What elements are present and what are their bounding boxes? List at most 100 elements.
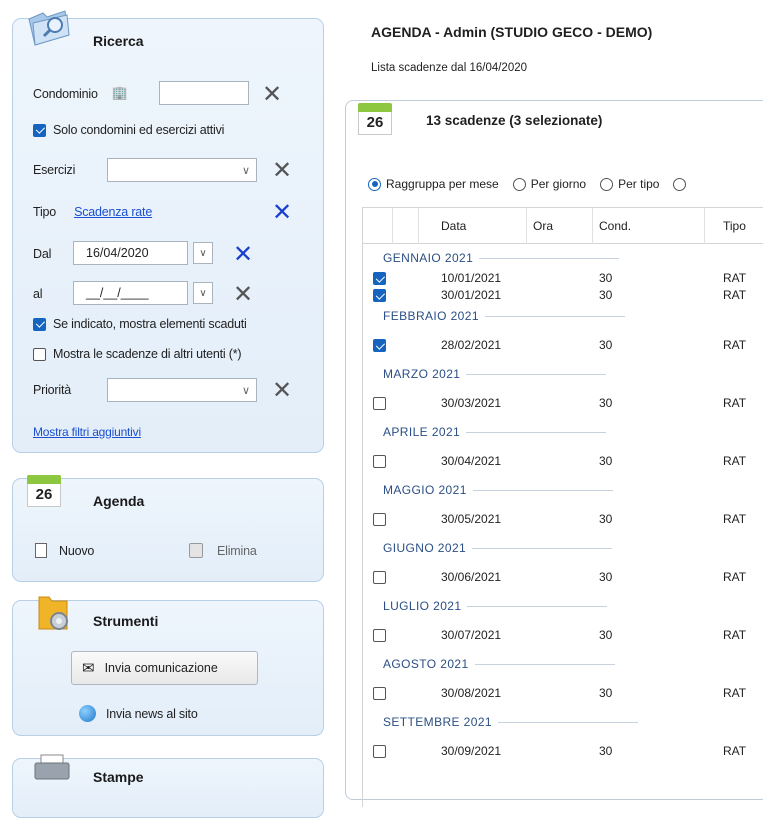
invia-news-label: Invia news al sito <box>106 706 198 721</box>
cell-data: 30/03/2021 <box>441 396 502 410</box>
cell-data: 30/06/2021 <box>441 570 502 584</box>
header-ora[interactable]: Ora <box>527 208 593 244</box>
group-header[interactable]: APRILE 2021 <box>363 420 763 444</box>
priorita-select[interactable]: ∨ <box>107 378 257 402</box>
chevron-down-icon: ∨ <box>199 247 207 259</box>
altri-utenti-row[interactable]: Mostra le scadenze di altri utenti (*) <box>33 347 242 361</box>
radio-label: Per tipo <box>618 177 660 191</box>
group-header[interactable]: GIUGNO 2021 <box>363 536 763 560</box>
invia-news-button[interactable]: Invia news al sito <box>79 705 198 722</box>
dal-label: Dal <box>33 247 52 261</box>
stampe-panel-title: Stampe <box>93 769 144 785</box>
row-checkbox[interactable] <box>373 397 386 410</box>
group-header[interactable]: SETTEMBRE 2021 <box>363 710 763 734</box>
row-checkbox[interactable] <box>373 687 386 700</box>
condominio-clear-icon[interactable]: ✕ <box>262 82 282 106</box>
header-cond[interactable]: Cond. <box>593 208 705 244</box>
cell-tipo: RAT <box>723 512 747 526</box>
table-row[interactable]: 30/01/2021 30 RAT <box>363 287 763 304</box>
table-row[interactable]: 30/03/2021 30 RAT <box>363 386 763 420</box>
building-icon[interactable]: 🏢 <box>109 83 131 103</box>
cell-cond: 30 <box>599 686 613 700</box>
al-date-input[interactable]: __/__/____ <box>73 281 188 305</box>
dal-clear-icon[interactable]: ✕ <box>233 242 253 266</box>
search-panel-title: Ricerca <box>93 33 144 49</box>
group-header[interactable]: LUGLIO 2021 <box>363 594 763 618</box>
esercizi-clear-icon[interactable]: ✕ <box>272 158 292 182</box>
cell-cond: 30 <box>599 628 613 642</box>
grouping-radio-1[interactable]: Per giorno <box>512 177 587 191</box>
table-row[interactable]: 30/04/2021 30 RAT <box>363 444 763 478</box>
group-header[interactable]: MARZO 2021 <box>363 362 763 386</box>
globe-icon <box>79 705 96 722</box>
group-divider <box>472 547 613 549</box>
nuovo-button[interactable]: Nuovo <box>35 543 94 558</box>
stampe-panel: Stampe <box>12 754 324 818</box>
cell-tipo: RAT <box>723 288 747 302</box>
filtri-aggiuntivi-link[interactable]: Mostra filtri aggiuntivi <box>33 425 141 439</box>
group-header[interactable]: GENNAIO 2021 <box>363 246 763 270</box>
row-checkbox[interactable] <box>373 629 386 642</box>
tipo-row: Tipo Scadenza rate <box>33 205 152 219</box>
row-checkbox[interactable] <box>373 289 386 302</box>
group-label: LUGLIO 2021 <box>383 599 462 613</box>
condominio-input[interactable] <box>159 81 249 105</box>
row-checkbox[interactable] <box>373 339 386 352</box>
scaduti-checkbox[interactable] <box>33 317 46 331</box>
table-row[interactable]: 28/02/2021 30 RAT <box>363 328 763 362</box>
altri-utenti-checkbox[interactable] <box>33 347 46 361</box>
table-row[interactable]: 30/09/2021 30 RAT <box>363 734 763 768</box>
scaduti-row[interactable]: Se indicato, mostra elementi scaduti <box>33 317 247 331</box>
send-message-icon: ✉ <box>82 660 95 677</box>
cell-cond: 30 <box>599 570 613 584</box>
grouping-radio-2[interactable]: Per tipo <box>600 177 659 191</box>
priorita-clear-icon[interactable]: ✕ <box>272 378 292 402</box>
agenda-panel: 26 Agenda Nuovo Elimina <box>12 475 324 582</box>
cell-cond: 30 <box>599 271 613 285</box>
tipo-clear-icon[interactable]: ✕ <box>272 200 292 224</box>
row-checkbox[interactable] <box>373 745 386 758</box>
radio-button[interactable] <box>368 177 381 191</box>
row-checkbox[interactable] <box>373 513 386 526</box>
group-label: FEBBRAIO 2021 <box>383 309 479 323</box>
group-header[interactable]: FEBBRAIO 2021 <box>363 304 763 328</box>
header-data[interactable]: Data <box>419 208 527 244</box>
group-header[interactable]: AGOSTO 2021 <box>363 652 763 676</box>
group-divider <box>472 489 613 491</box>
scadenze-count-title: 13 scadenze (3 selezionate) <box>426 113 603 128</box>
row-checkbox[interactable] <box>373 571 386 584</box>
table-row[interactable]: 30/08/2021 30 RAT <box>363 676 763 710</box>
group-divider <box>479 257 620 259</box>
radio-label: Per giorno <box>530 177 587 191</box>
solo-attivi-checkbox[interactable] <box>33 123 46 137</box>
grouping-radio-0[interactable]: Raggruppa per mese <box>368 177 499 191</box>
esercizi-select[interactable]: ∨ <box>107 158 257 182</box>
row-checkbox[interactable] <box>373 455 386 468</box>
table-row[interactable]: 30/05/2021 30 RAT <box>363 502 763 536</box>
tipo-link[interactable]: Scadenza rate <box>74 205 152 219</box>
header-tipo[interactable]: Tipo <box>705 208 763 244</box>
group-divider <box>466 373 607 375</box>
elimina-button[interactable]: Elimina <box>189 543 257 558</box>
dal-dropdown-button[interactable]: ∨ <box>193 242 213 264</box>
al-dropdown-button[interactable]: ∨ <box>193 282 213 304</box>
header-indicator-col <box>393 208 419 244</box>
solo-attivi-row[interactable]: Solo condomini ed esercizi attivi <box>33 123 224 137</box>
invia-comunicazione-label: Invia comunicazione <box>104 661 218 675</box>
al-clear-icon[interactable]: ✕ <box>233 282 253 306</box>
invia-comunicazione-button[interactable]: ✉ Invia comunicazione <box>71 651 258 685</box>
group-label: APRILE 2021 <box>383 425 461 439</box>
row-checkbox[interactable] <box>373 272 386 285</box>
table-row[interactable]: 10/01/2021 30 RAT <box>363 270 763 287</box>
radio-label: Raggruppa per mese <box>386 177 499 191</box>
table-row[interactable]: 30/06/2021 30 RAT <box>363 560 763 594</box>
cell-cond: 30 <box>599 288 613 302</box>
radio-button[interactable] <box>600 177 614 191</box>
table-row[interactable]: 30/07/2021 30 RAT <box>363 618 763 652</box>
dal-date-input[interactable]: 16/04/2020 <box>73 241 188 265</box>
calendar-icon: 26 <box>27 475 61 507</box>
radio-button-partial[interactable] <box>673 177 687 191</box>
radio-button[interactable] <box>512 177 526 191</box>
group-header[interactable]: MAGGIO 2021 <box>363 478 763 502</box>
chevron-down-icon: ∨ <box>199 287 207 299</box>
